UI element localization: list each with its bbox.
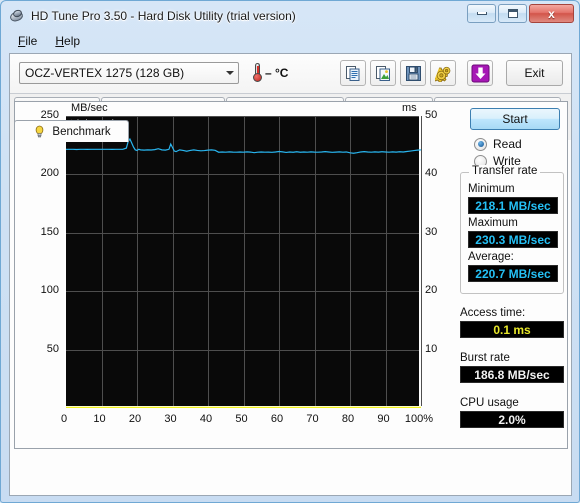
x-tick-label: 60 xyxy=(270,413,284,425)
temperature-display: – °C xyxy=(253,63,288,82)
maximize-icon xyxy=(507,9,518,18)
app-window: HD Tune Pro 3.50 - Hard Disk Utility (tr… xyxy=(0,0,580,503)
start-button-label: Start xyxy=(502,112,528,126)
window-buttons: x xyxy=(467,4,574,23)
y2-tick-label: 10 xyxy=(425,342,438,355)
toolbar: OCZ-VERTEX 1275 (128 GB) – °C Exit xyxy=(10,54,571,94)
burst-rate-field: Burst rate 186.8 MB/sec xyxy=(460,352,564,383)
tab-benchmark-label: Benchmark xyxy=(52,125,111,138)
transfer-rate-legend: Transfer rate xyxy=(469,165,541,177)
access-time-label: Access time: xyxy=(460,307,526,319)
y2-axis-title: ms xyxy=(402,102,417,114)
app-icon xyxy=(8,8,26,25)
y2-tick-label: 30 xyxy=(425,225,438,238)
x-tick-label: 20 xyxy=(128,413,142,425)
benchmark-pane: MB/sec ms 50 100 150 200 250 10 20 30 40 50 0 10 2… xyxy=(14,101,568,449)
burst-rate-label: Burst rate xyxy=(460,352,510,364)
y2-tick-label: 20 xyxy=(425,284,438,297)
download-arrow-icon xyxy=(471,64,489,82)
cpu-usage-field: CPU usage 2.0% xyxy=(460,397,564,428)
copy-text-button[interactable] xyxy=(340,60,366,86)
y2-tick-label: 50 xyxy=(425,109,438,121)
chevron-down-icon xyxy=(221,63,238,83)
menu-item-help-rest: elp xyxy=(64,33,81,48)
exit-button-label: Exit xyxy=(524,66,545,80)
maximum-label: Maximum xyxy=(468,217,518,229)
floppy-save-icon xyxy=(405,65,421,81)
radio-read-indicator xyxy=(474,137,487,151)
client-area: OCZ-VERTEX 1275 (128 GB) – °C Exit Bench… xyxy=(9,53,572,496)
access-time-field: Access time: 0.1 ms xyxy=(460,307,564,338)
close-button[interactable]: x xyxy=(529,4,574,23)
maximum-value: 230.3 MB/sec xyxy=(468,231,558,248)
gridline-vertical xyxy=(421,116,422,406)
chart-curves xyxy=(66,137,421,408)
cpu-usage-value: 2.0% xyxy=(460,411,564,428)
minimum-label: Minimum xyxy=(468,183,515,195)
transfer-rate-group: Transfer rate Minimum 218.1 MB/sec Maxim… xyxy=(460,165,564,294)
x-tick-label: 80 xyxy=(341,413,355,425)
x-tick-label: 0 xyxy=(60,413,68,425)
menu-bar: File Help xyxy=(2,30,578,51)
access-time-value: 0.1 ms xyxy=(460,321,564,338)
copy-image-button[interactable] xyxy=(370,60,396,86)
burst-rate-value: 186.8 MB/sec xyxy=(460,366,564,383)
x-tick-label: 100% xyxy=(404,413,434,425)
tab-benchmark[interactable]: Benchmark xyxy=(14,120,129,142)
y-tick-label: 200 xyxy=(40,167,59,180)
average-value: 220.7 MB/sec xyxy=(468,265,558,282)
minimize-icon xyxy=(476,12,487,15)
benchmark-chart: MB/sec ms 50 100 150 200 250 10 20 30 40 50 0 10 2… xyxy=(15,102,452,448)
x-tick-label: 10 xyxy=(93,413,106,425)
radio-read-label: Read xyxy=(493,137,522,151)
menu-item-help[interactable]: Help xyxy=(47,32,88,50)
settings-button[interactable] xyxy=(430,60,456,86)
save-button[interactable] xyxy=(400,60,426,86)
menu-item-file[interactable]: File xyxy=(10,32,45,50)
radio-read[interactable]: Read xyxy=(474,137,522,151)
exit-button[interactable]: Exit xyxy=(506,60,563,86)
gears-icon xyxy=(434,66,450,82)
y-axis-title: MB/sec xyxy=(71,102,108,114)
plot-area: trial version xyxy=(64,116,422,408)
minimum-value: 218.1 MB/sec xyxy=(468,197,558,214)
menu-item-file-rest: ile xyxy=(25,33,38,48)
average-label: Average: xyxy=(468,251,514,263)
x-tick-label: 50 xyxy=(235,413,248,425)
close-icon: x xyxy=(548,6,555,21)
window-title: HD Tune Pro 3.50 - Hard Disk Utility (tr… xyxy=(31,9,296,23)
x-tick-label: 70 xyxy=(306,413,319,425)
title-bar: HD Tune Pro 3.50 - Hard Disk Utility (tr… xyxy=(2,2,578,30)
lightbulb-icon xyxy=(36,125,44,138)
y-tick-label: 150 xyxy=(40,225,59,238)
minimize-button[interactable] xyxy=(467,4,496,23)
drive-select[interactable]: OCZ-VERTEX 1275 (128 GB) xyxy=(19,62,239,84)
toolbar-buttons: Exit xyxy=(340,60,563,86)
copy-image-icon xyxy=(375,65,390,81)
maximize-button[interactable] xyxy=(498,4,527,23)
drive-select-label: OCZ-VERTEX 1275 (128 GB) xyxy=(25,66,185,80)
x-tick-label: 40 xyxy=(199,413,213,425)
copy-text-icon xyxy=(345,65,359,81)
cpu-usage-label: CPU usage xyxy=(460,397,519,409)
x-tick-label: 30 xyxy=(164,413,177,425)
thermometer-icon xyxy=(253,63,262,82)
y2-tick-label: 40 xyxy=(425,167,438,180)
temperature-value: – °C xyxy=(265,65,289,80)
results-panel: Start Read Write Transfer rate Minimum 2… xyxy=(452,102,569,448)
y-tick-label: 50 xyxy=(46,342,59,355)
start-button[interactable]: Start xyxy=(470,108,560,130)
y-tick-label: 100 xyxy=(40,284,59,297)
x-tick-label: 90 xyxy=(377,413,390,425)
download-button[interactable] xyxy=(467,60,493,86)
